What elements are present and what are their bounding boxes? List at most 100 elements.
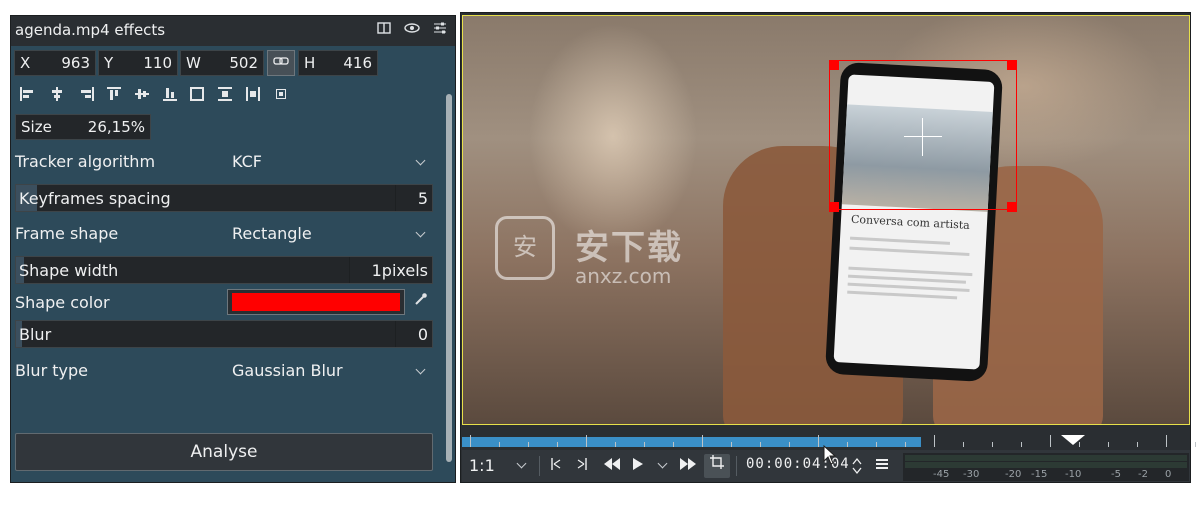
ruler-tick <box>992 442 993 447</box>
w-field[interactable]: W 502 <box>180 50 264 76</box>
ruler-tick <box>673 442 674 447</box>
align-vcenter-icon[interactable] <box>135 87 149 101</box>
y-label: Y <box>104 54 114 72</box>
keyframes-spacing-value[interactable]: 5 <box>418 189 428 208</box>
panel-header: agenda.mp4 effects <box>11 16 455 46</box>
settings-sliders-icon[interactable] <box>431 21 449 39</box>
shape-width-slider[interactable]: Shape width 1pixels <box>15 256 433 284</box>
ruler-tick <box>847 442 848 447</box>
tracker-algorithm-combo[interactable]: KCF <box>232 152 262 171</box>
resize-handle-bottom-left[interactable] <box>829 202 839 212</box>
panel-title: agenda.mp4 effects <box>15 21 166 39</box>
link-icon[interactable] <box>267 50 295 76</box>
zoom-combo[interactable]: 1:1 <box>469 456 495 475</box>
play-icon[interactable] <box>630 457 646 475</box>
center-crosshair[interactable] <box>904 136 942 137</box>
fit-height-icon[interactable] <box>246 87 260 101</box>
crop-icon[interactable] <box>704 454 730 478</box>
ruler-tick <box>1050 435 1051 447</box>
meter-scale-label: -15 <box>1031 469 1048 480</box>
align-top-icon[interactable] <box>107 87 121 101</box>
chevron-down-icon[interactable] <box>415 229 427 241</box>
chevron-down-icon[interactable] <box>516 460 528 472</box>
separator <box>736 456 737 476</box>
ruler-tick <box>615 442 616 447</box>
align-left-icon[interactable] <box>20 87 34 101</box>
shape-width-label: Shape width <box>19 261 119 280</box>
resize-handle-bottom-right[interactable] <box>1007 202 1017 212</box>
frame-shape-combo[interactable]: Rectangle <box>232 224 312 243</box>
align-bottom-icon[interactable] <box>163 87 177 101</box>
rewind-icon[interactable] <box>602 457 622 475</box>
reset-size-icon[interactable] <box>274 87 288 101</box>
out-point-icon[interactable] <box>574 457 592 475</box>
blur-slider[interactable]: Blur 0 <box>15 320 433 348</box>
clip-monitor: Conversa com artista 安 安下载 anxz.com 1:1 <box>460 12 1196 483</box>
eyedropper-icon[interactable] <box>413 292 429 308</box>
menu-icon[interactable] <box>874 457 890 475</box>
eye-icon[interactable] <box>403 21 421 39</box>
split-view-icon[interactable] <box>375 21 393 39</box>
ruler-tick <box>876 442 877 447</box>
frame-shape-label: Frame shape <box>15 224 119 243</box>
resize-handle-top-right[interactable] <box>1007 60 1017 70</box>
fit-frame-icon[interactable] <box>190 87 204 101</box>
ruler-tick <box>470 435 471 447</box>
shape-width-value[interactable]: 1pixels <box>372 261 428 280</box>
blur-type-combo[interactable]: Gaussian Blur <box>232 361 343 380</box>
meter-scale-label: -45 <box>933 469 950 480</box>
y-field[interactable]: Y 110 <box>98 50 178 76</box>
blur-label: Blur <box>19 325 52 344</box>
shape-color-button[interactable] <box>227 289 405 315</box>
ruler-tick <box>702 435 703 447</box>
scrollbar-thumb[interactable] <box>446 94 452 462</box>
timeline-zone-fill <box>462 437 921 447</box>
fit-width-icon[interactable] <box>218 87 232 101</box>
meter-channel <box>905 462 1187 468</box>
chevron-down-icon[interactable] <box>415 366 427 378</box>
meter-scale-label: -30 <box>963 469 980 480</box>
keyframes-spacing-label: Keyframes spacing <box>19 189 171 208</box>
in-point-icon[interactable] <box>546 457 564 475</box>
text-line <box>847 290 958 300</box>
meter-scale-label: -5 <box>1111 469 1121 480</box>
x-field[interactable]: X 963 <box>14 50 96 76</box>
scrollbar[interactable] <box>443 46 455 482</box>
align-hcenter-icon[interactable] <box>50 87 64 101</box>
ruler-tick <box>557 442 558 447</box>
shape-color-swatch <box>232 293 400 311</box>
watermark: 安 安下载 anxz.com <box>495 216 715 296</box>
x-value: 963 <box>61 54 90 72</box>
phone-heading: Conversa com artista <box>850 212 971 232</box>
ruler-tick <box>905 442 906 447</box>
chevron-down-icon[interactable] <box>415 157 427 169</box>
h-field[interactable]: H 416 <box>298 50 378 76</box>
text-line <box>847 274 966 284</box>
ruler-tick <box>586 435 587 447</box>
ruler-tick <box>644 442 645 447</box>
analyse-button[interactable]: Analyse <box>15 433 433 471</box>
play-menu-icon[interactable] <box>657 460 669 472</box>
keyframes-spacing-slider[interactable]: Keyframes spacing 5 <box>15 184 433 212</box>
w-value: 502 <box>229 54 258 72</box>
mouse-cursor-icon <box>823 445 837 465</box>
ruler-tick <box>789 442 790 447</box>
ruler-tick <box>963 442 964 447</box>
tracker-algorithm-label: Tracker algorithm <box>15 152 156 171</box>
align-right-icon[interactable] <box>80 87 94 101</box>
resize-handle-top-left[interactable] <box>829 60 839 70</box>
separator <box>539 456 540 476</box>
playhead-marker[interactable] <box>1061 435 1085 445</box>
h-value: 416 <box>343 54 372 72</box>
ruler-tick <box>934 435 935 447</box>
blur-value[interactable]: 0 <box>418 325 428 344</box>
video-frame[interactable]: Conversa com artista 安 安下载 anxz.com <box>462 15 1190 425</box>
ruler-tick <box>818 435 819 447</box>
center-crosshair[interactable] <box>922 118 923 156</box>
tracking-rectangle[interactable] <box>829 60 1017 210</box>
size-field[interactable]: Size 26,15% <box>15 114 151 140</box>
slider-separator <box>395 185 396 211</box>
spinner-icon[interactable] <box>851 457 863 475</box>
forward-icon[interactable] <box>678 457 698 475</box>
ruler-tick <box>528 442 529 447</box>
